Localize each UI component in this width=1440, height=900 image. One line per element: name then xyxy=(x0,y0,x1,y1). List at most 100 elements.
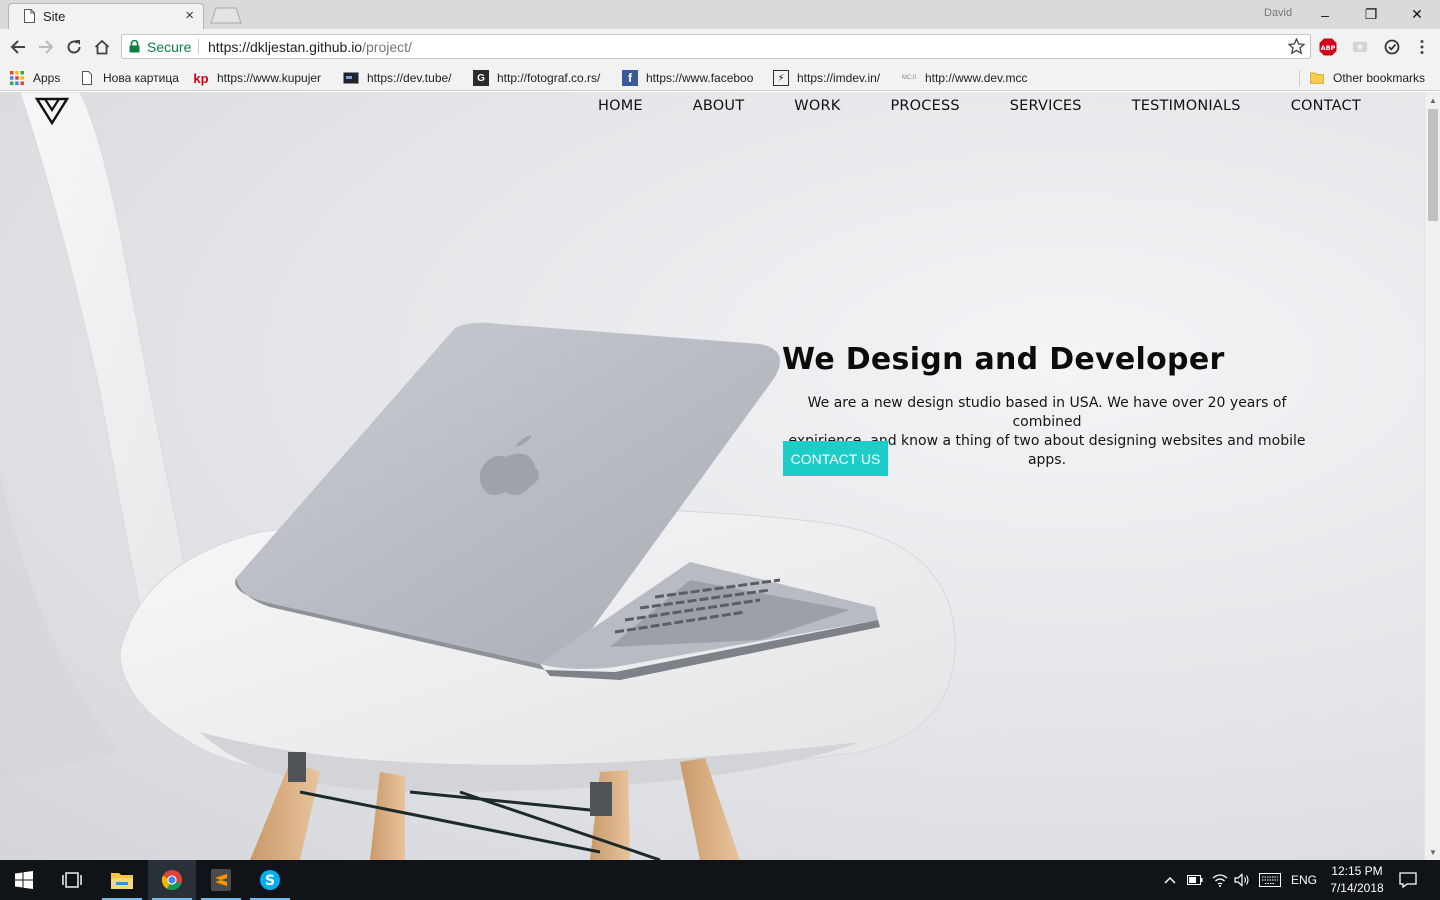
wifi-icon xyxy=(1212,874,1228,887)
svg-text:S: S xyxy=(265,873,275,889)
scroll-up-arrow-icon[interactable]: ▲ xyxy=(1425,92,1440,108)
adblock-plus-icon[interactable]: ABP xyxy=(1319,38,1337,56)
home-button[interactable] xyxy=(91,36,113,58)
bookmark-fotograf[interactable]: G http://fotograf.co.rs/ xyxy=(473,70,610,86)
skype-taskbar[interactable]: S xyxy=(246,860,294,900)
task-view-button[interactable] xyxy=(48,860,96,900)
bookmark-label: Нова картица xyxy=(103,71,179,85)
secure-label: Secure xyxy=(147,39,192,55)
facebook-icon: f xyxy=(622,70,638,86)
browser-toolbar: Secure https://dkljestan.github.io/proje… xyxy=(0,29,1440,65)
page-scrollbar[interactable]: ▲ ▼ xyxy=(1424,92,1440,860)
battery-status[interactable] xyxy=(1184,860,1206,900)
skype-icon: S xyxy=(260,870,280,890)
bookmarks-separator xyxy=(1299,70,1300,86)
input-language[interactable]: ENG xyxy=(1288,860,1320,900)
file-explorer-taskbar[interactable] xyxy=(98,860,146,900)
bookmark-label: https://imdev.in/ xyxy=(797,71,881,85)
show-hidden-icons-button[interactable] xyxy=(1160,860,1180,900)
bookmark-imdev[interactable]: ⚡ https://imdev.in/ xyxy=(773,70,893,86)
bookmark-kupujem[interactable]: kp https://www.kupujer xyxy=(193,70,330,86)
nav-contact[interactable]: CONTACT xyxy=(1266,98,1386,120)
bookmark-label: http://fotograf.co.rs/ xyxy=(497,71,601,85)
bookmark-facebook[interactable]: f https://www.faceboo xyxy=(622,70,762,86)
site-navigation: HOME ABOUT WORK PROCESS SERVICES TESTIMO… xyxy=(573,98,1386,120)
nav-work[interactable]: WORK xyxy=(769,98,865,120)
nav-services[interactable]: SERVICES xyxy=(985,98,1107,120)
bookmark-devmcc[interactable]: MC.0 http://www.dev.mcc xyxy=(901,70,1041,86)
url-text[interactable]: https://dkljestan.github.io/project/ xyxy=(208,39,412,55)
arrow-left-icon xyxy=(10,40,25,54)
speaker-icon xyxy=(1234,873,1249,887)
fotograf-icon: G xyxy=(473,70,489,86)
url-path: /project/ xyxy=(362,39,412,55)
imdev-icon: ⚡ xyxy=(773,70,789,86)
cast-extension-icon[interactable] xyxy=(1351,38,1369,56)
file-explorer-icon xyxy=(111,873,133,889)
sublime-text-taskbar[interactable] xyxy=(197,860,245,900)
forward-button[interactable] xyxy=(35,36,57,58)
bookmark-star-icon[interactable] xyxy=(1288,38,1305,55)
address-separator xyxy=(198,39,199,54)
bookmark-apps[interactable]: Apps xyxy=(9,70,79,86)
language-label: ENG xyxy=(1290,873,1317,887)
reload-icon xyxy=(67,40,81,54)
hero-title: We Design and Developer xyxy=(782,342,1225,377)
mcc-icon: MC.0 xyxy=(901,75,917,81)
keyboard-icon xyxy=(1259,873,1281,887)
sublime-text-icon xyxy=(211,869,231,891)
scroll-down-arrow-icon[interactable]: ▼ xyxy=(1425,844,1440,860)
bookmark-devtube[interactable]: https://dev.tube/ xyxy=(343,70,465,86)
reload-button[interactable] xyxy=(63,36,85,58)
bookmark-new-tab[interactable]: Нова картица xyxy=(79,70,191,86)
page-icon xyxy=(82,71,92,85)
action-center-button[interactable] xyxy=(1396,860,1420,900)
nav-process[interactable]: PROCESS xyxy=(865,98,984,120)
tab-title: Site xyxy=(43,9,66,24)
folder-icon xyxy=(1310,72,1324,84)
touch-keyboard-button[interactable] xyxy=(1256,860,1284,900)
page-viewport: HOME ABOUT WORK PROCESS SERVICES TESTIMO… xyxy=(0,92,1424,860)
start-button[interactable] xyxy=(0,860,48,900)
devtube-icon xyxy=(343,72,359,84)
close-window-button[interactable]: ✕ xyxy=(1394,0,1440,29)
back-button[interactable] xyxy=(7,36,29,58)
sync-extension-icon[interactable] xyxy=(1383,38,1401,56)
scroll-thumb[interactable] xyxy=(1428,109,1438,221)
nav-home[interactable]: HOME xyxy=(573,98,668,120)
browser-tab-strip: Site × David – ❐ ✕ xyxy=(0,0,1440,30)
site-logo[interactable] xyxy=(35,97,69,125)
bookmark-label: https://dev.tube/ xyxy=(367,71,452,85)
bookmark-label: https://www.faceboo xyxy=(646,71,754,85)
kp-icon: kp xyxy=(193,70,209,86)
chrome-taskbar[interactable] xyxy=(148,860,196,900)
home-icon xyxy=(94,39,110,55)
bookmark-label: Apps xyxy=(33,71,61,85)
arrow-right-icon xyxy=(39,40,54,54)
lock-icon xyxy=(129,40,140,53)
other-bookmarks-label: Other bookmarks xyxy=(1333,71,1426,85)
new-tab-button[interactable] xyxy=(210,7,242,24)
maximize-button[interactable]: ❐ xyxy=(1348,0,1394,29)
profile-button[interactable]: David xyxy=(1264,7,1292,19)
volume-control[interactable] xyxy=(1231,860,1253,900)
minimize-button[interactable]: – xyxy=(1302,0,1348,29)
chrome-menu-icon[interactable] xyxy=(1413,38,1431,56)
clock-date: 7/14/2018 xyxy=(1330,881,1384,895)
address-bar[interactable]: Secure https://dkljestan.github.io/proje… xyxy=(121,34,1311,59)
tab-close-button[interactable]: × xyxy=(185,7,194,24)
system-clock[interactable]: 12:15 PM 7/14/2018 xyxy=(1318,863,1396,897)
nav-about[interactable]: ABOUT xyxy=(668,98,770,120)
windows-taskbar: S ENG 12:15 PM 7/14/2018 xyxy=(0,860,1440,900)
contact-us-button[interactable]: CONTACT US xyxy=(783,441,888,476)
task-view-icon xyxy=(62,872,82,888)
url-host: https://dkljestan.github.io xyxy=(208,39,363,55)
battery-icon xyxy=(1187,875,1203,885)
other-bookmarks[interactable]: Other bookmarks xyxy=(1309,70,1434,86)
network-status[interactable] xyxy=(1209,860,1231,900)
bookmark-label: http://www.dev.mcc xyxy=(925,71,1028,85)
nav-testimonials[interactable]: TESTIMONIALS xyxy=(1107,98,1266,120)
bookmark-label: https://www.kupujer xyxy=(217,71,322,85)
browser-tab[interactable]: Site × xyxy=(8,3,204,30)
hero-image xyxy=(0,92,956,860)
